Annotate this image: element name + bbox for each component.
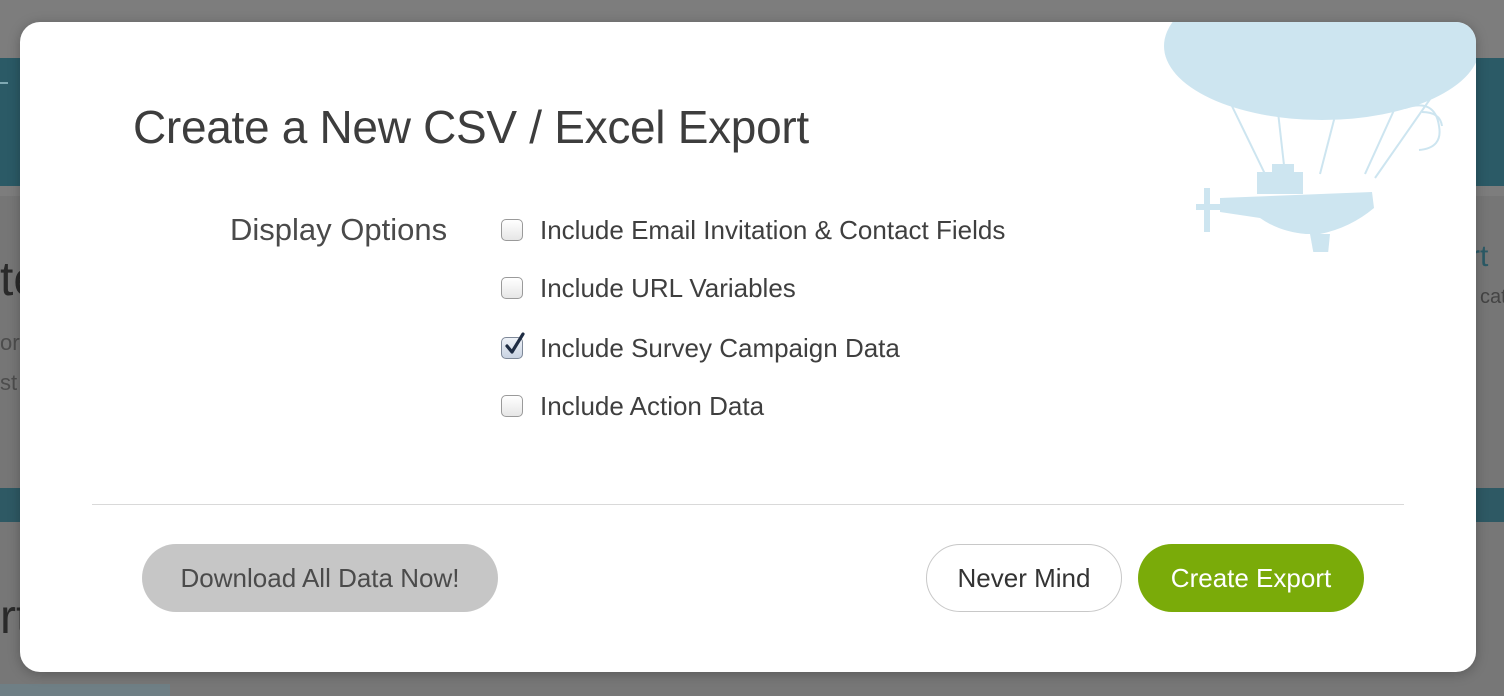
export-modal: Create a New CSV / Excel Export Display …	[20, 22, 1476, 672]
option-email-invitation-contact-fields[interactable]: Include Email Invitation & Contact Field…	[501, 210, 1005, 250]
option-label: Include Action Data	[540, 390, 765, 421]
option-label: Include Email Invitation & Contact Field…	[540, 214, 1006, 245]
create-export-button[interactable]: Create Export	[1138, 544, 1364, 612]
option-survey-campaign-data[interactable]: Include Survey Campaign Data	[501, 328, 900, 368]
option-url-variables[interactable]: Include URL Variables	[501, 268, 796, 308]
background-text-right: cati	[1480, 286, 1504, 308]
option-label: Include Survey Campaign Data	[540, 332, 900, 363]
never-mind-button[interactable]: Never Mind	[926, 544, 1122, 612]
survey-campaign-checkbox[interactable]	[501, 332, 525, 359]
background-bottom-tab	[0, 684, 170, 696]
balloon-icon	[1164, 22, 1476, 252]
background-text-left-2: st	[0, 370, 18, 395]
checkmark-icon	[505, 332, 525, 354]
url-variables-checkbox[interactable]	[501, 277, 523, 299]
option-action-data[interactable]: Include Action Data	[501, 386, 764, 426]
footer-divider	[92, 504, 1404, 505]
email-invitation-checkbox[interactable]	[501, 219, 523, 241]
download-all-data-button[interactable]: Download All Data Now!	[142, 544, 498, 612]
modal-title: Create a New CSV / Excel Export	[133, 101, 809, 153]
background-menu-line	[0, 82, 8, 84]
option-label: Include URL Variables	[540, 272, 796, 303]
display-options-label: Display Options	[230, 212, 448, 247]
action-data-checkbox[interactable]	[501, 395, 523, 417]
